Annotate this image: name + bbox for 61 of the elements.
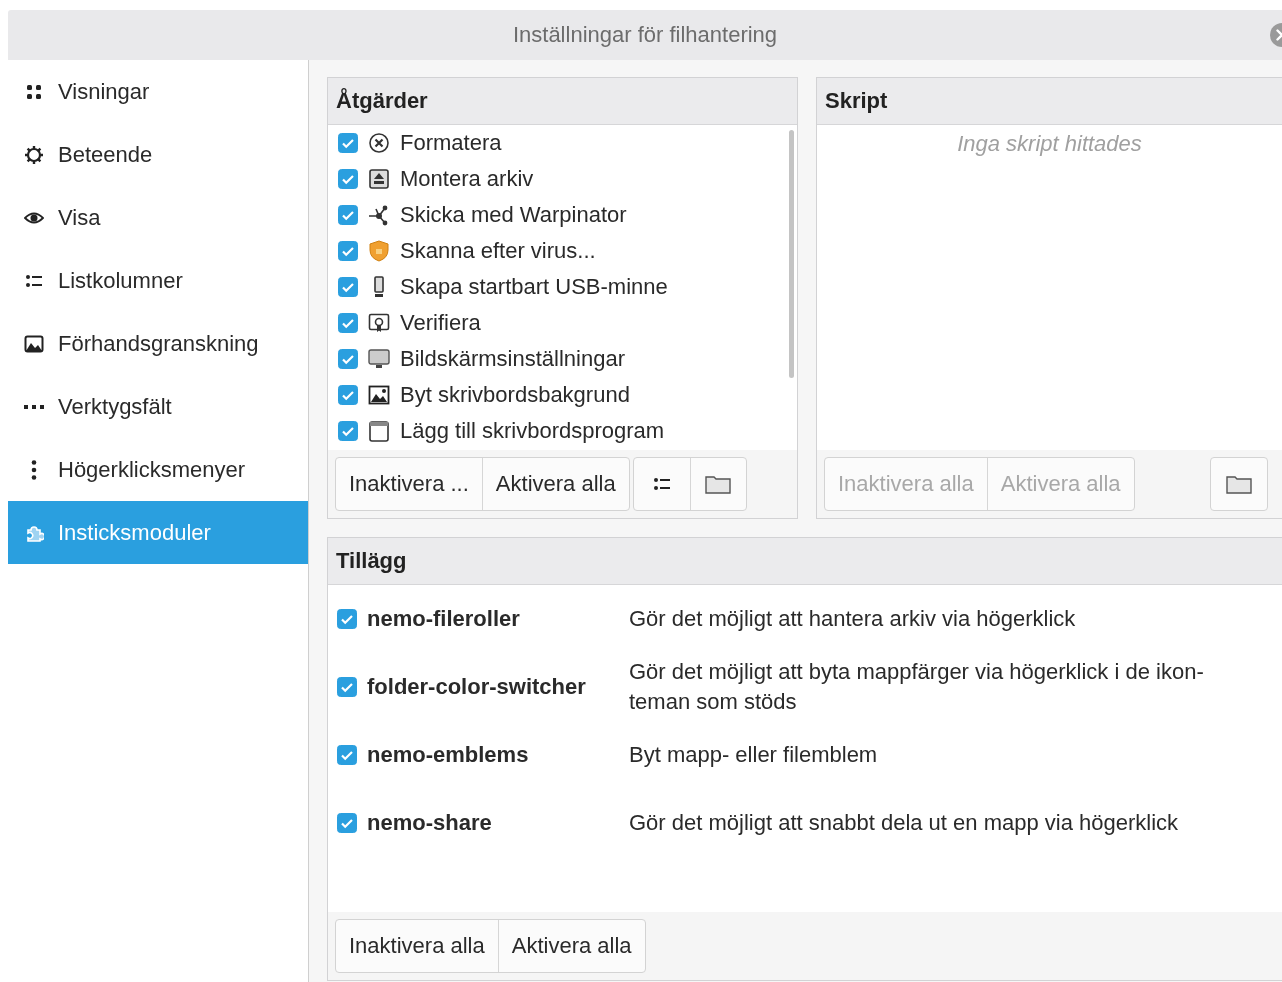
image-icon — [368, 384, 390, 406]
eject-icon — [368, 168, 390, 190]
monitor-icon — [368, 348, 390, 370]
scrollbar[interactable] — [789, 130, 794, 378]
circle-x-icon — [368, 132, 390, 154]
extension-description: Gör det möjligt att byta mappfärger via högerklick i de ikon-teman som stöds — [629, 658, 1205, 716]
checkbox[interactable] — [338, 349, 358, 369]
sidebar-item[interactable]: Förhandsgranskning — [8, 312, 308, 375]
image-icon — [24, 333, 44, 354]
sidebar-item[interactable]: Visa — [8, 186, 308, 249]
sidebar-item[interactable]: Högerklicksmenyer — [8, 438, 308, 501]
checkbox[interactable] — [337, 745, 357, 765]
checkbox[interactable] — [338, 313, 358, 333]
extension-description: Gör det möjligt att hantera arkiv via högerklick — [629, 605, 1076, 633]
action-label: Skicka med Warpinator — [400, 202, 627, 228]
checkbox[interactable] — [337, 677, 357, 697]
vertical-dots-icon — [31, 459, 37, 480]
checkbox[interactable] — [338, 133, 358, 153]
extension-name: nemo-emblems — [366, 742, 530, 768]
extension-description: Byt mapp- eller filemblem — [629, 741, 878, 769]
sidebar-item[interactable]: Listkolumner — [8, 249, 308, 312]
panel-header: Åtgärder — [328, 78, 797, 125]
checkbox[interactable] — [337, 609, 357, 629]
sidebar-item[interactable]: Visningar — [8, 60, 308, 123]
action-label: Byt skrivbordsbakgrund — [400, 382, 630, 408]
sidebar-item[interactable]: Verktygsfält — [8, 375, 308, 438]
network-icon — [368, 204, 390, 226]
action-label: Skanna efter virus... — [400, 238, 596, 264]
checkbox[interactable] — [338, 241, 358, 261]
sidebar-item[interactable]: Beteende — [8, 123, 308, 186]
dots-icon — [24, 404, 44, 409]
action-label: Montera arkiv — [400, 166, 534, 192]
checkbox[interactable] — [337, 813, 357, 833]
checkbox[interactable] — [338, 205, 358, 225]
action-label: Bildskärmsinställningar — [400, 346, 625, 372]
extension-name: nemo-share — [366, 810, 493, 836]
folder-icon — [1226, 474, 1252, 494]
window-icon — [368, 420, 390, 442]
action-label: Verifiera — [400, 310, 481, 336]
shield-icon — [368, 240, 390, 262]
empty-message: Inga skript hittades — [957, 131, 1142, 158]
folder-icon — [705, 474, 732, 494]
toggle-button[interactable]: Aktivera alla — [481, 458, 629, 510]
toggle-button[interactable]: Aktivera alla — [497, 920, 645, 972]
window-title: Inställningar för filhantering — [512, 22, 778, 48]
action-label: Formatera — [400, 130, 502, 156]
certificate-icon — [368, 312, 390, 334]
extension-name: nemo-fileroller — [366, 606, 521, 632]
panel-header: Tillägg — [328, 538, 1282, 585]
gear-icon — [24, 144, 44, 165]
extension-name: folder-color-switcher — [366, 674, 587, 700]
panel-header: Skript — [817, 78, 1282, 125]
checkbox[interactable] — [338, 421, 358, 441]
toggle-button[interactable]: Inaktivera ... — [336, 458, 482, 510]
checkbox[interactable] — [338, 277, 358, 297]
extension-description: Gör det möjligt att snabbt dela ut en mapp via högerklick — [629, 809, 1179, 837]
checkbox[interactable] — [338, 385, 358, 405]
checkbox[interactable] — [338, 169, 358, 189]
action-label: Lägg till skrivbordsprogram — [400, 418, 665, 444]
toggle-button[interactable]: Inaktivera alla — [336, 920, 498, 972]
action-label: Skapa startbart USB-minne — [400, 274, 668, 300]
